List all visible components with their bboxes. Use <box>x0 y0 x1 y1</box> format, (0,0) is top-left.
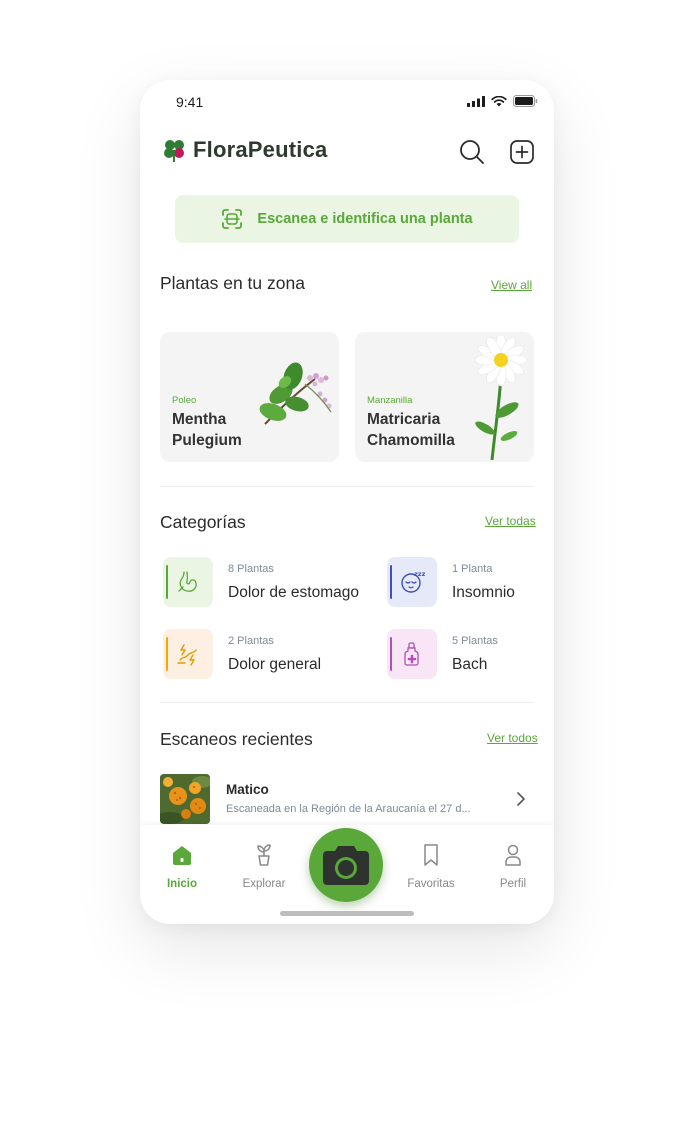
bottom-tab-bar: Inicio Explorar Favoritas Perfil <box>140 825 554 924</box>
tab-label: Favoritas <box>407 878 455 890</box>
plant-card-manzanilla[interactable]: Manzanilla Matricaria Chamomilla <box>355 332 534 462</box>
tab-favoritas[interactable]: Favoritas <box>396 843 466 890</box>
plant-common-name: Manzanilla <box>367 395 413 406</box>
category-name: Bach <box>452 656 488 673</box>
scan-icon <box>222 209 243 229</box>
svg-text:zzz: zzz <box>414 570 425 578</box>
category-count: 5 Plantas <box>452 635 498 647</box>
category-icon-box <box>387 629 437 679</box>
clover-logo-icon <box>164 139 184 162</box>
plant-scientific-name: Matricaria Chamomilla <box>367 409 455 451</box>
sleep-icon: zzz <box>401 570 425 593</box>
category-icon-box <box>163 557 213 607</box>
recent-scan-title: Matico <box>226 782 269 797</box>
pain-icon <box>177 644 197 666</box>
plant-scientific-line: Mentha <box>172 411 227 428</box>
plant-card-poleo[interactable]: Poleo Mentha Pulegium <box>160 332 339 462</box>
scan-plant-label: Escanea e identifica una planta <box>257 211 473 227</box>
category-icon-box: zzz <box>387 557 437 607</box>
plant-pot-icon <box>257 844 271 866</box>
category-count: 8 Plantas <box>228 563 274 575</box>
status-icons <box>467 95 538 107</box>
matico-flower-image <box>160 774 210 824</box>
bookmark-icon <box>424 844 438 866</box>
plant-scientific-line: Pulegium <box>172 432 242 449</box>
category-bach[interactable]: 5 Plantas Bach <box>387 629 554 681</box>
user-icon <box>505 844 521 866</box>
plant-common-name: Poleo <box>172 395 197 406</box>
category-accent-bar <box>390 565 392 599</box>
tab-perfil[interactable]: Perfil <box>478 843 548 890</box>
tab-explorar[interactable]: Explorar <box>229 843 299 890</box>
category-accent-bar <box>166 637 168 671</box>
search-button[interactable] <box>458 138 486 166</box>
stomach-icon <box>178 571 197 592</box>
recent-scan-item[interactable]: Matico Escaneada en la Región de la Arau… <box>160 774 540 824</box>
status-time: 9:41 <box>176 94 204 110</box>
scan-plant-button[interactable]: Escanea e identifica una planta <box>175 195 519 243</box>
zone-view-all-link[interactable]: View all <box>491 278 532 292</box>
category-dolor-general[interactable]: 2 Plantas Dolor general <box>163 629 363 681</box>
home-icon <box>173 846 191 865</box>
mint-plant-image <box>259 362 332 425</box>
tab-label: Explorar <box>242 878 286 890</box>
recent-scan-thumbnail <box>160 774 210 824</box>
category-count: 2 Plantas <box>228 635 274 647</box>
plus-square-icon <box>510 140 534 164</box>
battery-icon <box>513 95 538 107</box>
home-indicator[interactable] <box>280 911 414 916</box>
category-name: Dolor general <box>228 656 322 673</box>
category-insomnio[interactable]: zzz 1 Planta Insomnio <box>387 557 554 609</box>
category-dolor-estomago[interactable]: 8 Plantas Dolor de estomago <box>163 557 363 609</box>
categories-section-title: Categorías <box>160 512 246 532</box>
chamomile-plant-image <box>474 336 528 460</box>
section-divider <box>160 702 534 703</box>
app-name: FloraPeutica <box>193 137 328 162</box>
recent-section-title: Escaneos recientes <box>160 729 313 749</box>
tab-label: Inicio <box>166 878 198 890</box>
plant-scientific-name: Mentha Pulegium <box>172 409 242 451</box>
category-icon-box <box>163 629 213 679</box>
search-icon <box>460 140 484 164</box>
tab-label: Perfil <box>499 878 527 890</box>
chevron-right-icon <box>517 792 525 806</box>
tab-inicio[interactable]: Inicio <box>147 843 217 890</box>
phone-frame: 9:41 FloraPeutica Escanea e identifica u… <box>140 80 554 924</box>
camera-scan-button[interactable] <box>309 828 383 902</box>
wifi-icon <box>491 95 507 106</box>
dropper-bottle-icon <box>404 642 419 666</box>
categories-view-all-link[interactable]: Ver todas <box>485 514 536 528</box>
category-accent-bar <box>166 565 168 599</box>
zone-section-title: Plantas en tu zona <box>160 273 305 293</box>
app-logo: FloraPeutica <box>162 137 327 163</box>
camera-icon <box>323 846 369 885</box>
plant-scientific-line: Matricaria <box>367 411 441 428</box>
recent-scan-description: Escaneada en la Región de la Araucanía e… <box>226 803 471 815</box>
section-divider <box>160 486 534 487</box>
add-button[interactable] <box>508 138 536 166</box>
recent-view-all-link[interactable]: Ver todos <box>487 731 538 745</box>
category-name: Insomnio <box>452 584 515 601</box>
category-count: 1 Planta <box>452 563 493 575</box>
signal-icon <box>467 95 485 107</box>
plant-scientific-line: Chamomilla <box>367 432 455 449</box>
category-name: Dolor de estomago <box>228 584 359 601</box>
category-accent-bar <box>390 637 392 671</box>
